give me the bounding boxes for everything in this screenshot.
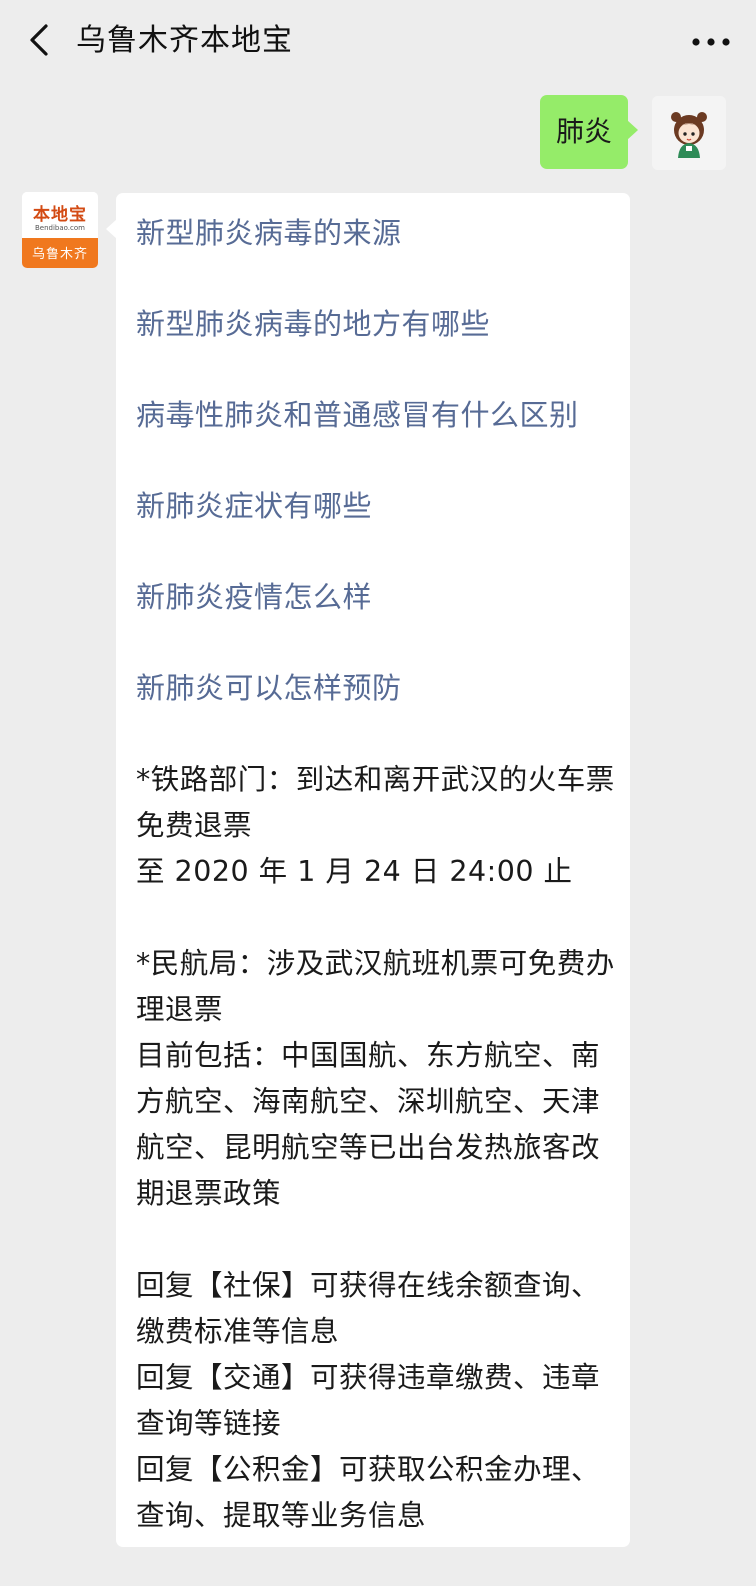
chat-header: 乌鲁木齐本地宝 — [0, 0, 756, 88]
ellipsis-icon — [692, 38, 730, 46]
reply-hint-social-security: 回复【社保】可获得在线余额查询、缴费标准等信息 — [136, 1269, 601, 1348]
user-message-bubble[interactable]: 肺炎 — [540, 95, 638, 169]
bot-avatar[interactable]: 本地宝 Bendibao.com 乌鲁木齐 — [22, 192, 98, 268]
aviation-airlines: 目前包括：中国国航、东方航空、南方航空、海南航空、深圳航空、天津航空、昆明航空等… — [136, 1039, 601, 1210]
bot-link[interactable]: 病毒性肺炎和普通感冒有什么区别 — [136, 392, 616, 483]
bot-logo-text: 本地宝 — [33, 205, 87, 225]
back-button[interactable] — [18, 18, 62, 62]
bot-avatar-logo-area: 本地宝 Bendibao.com — [22, 192, 98, 238]
bot-avatar-city-band: 乌鲁木齐 — [22, 238, 98, 268]
chat-title: 乌鲁木齐本地宝 — [76, 23, 293, 58]
cartoon-girl-avatar-icon — [652, 96, 726, 170]
reply-hint-traffic: 回复【交通】可获得违章缴费、违章查询等链接 — [136, 1361, 601, 1440]
bot-link[interactable]: 新肺炎疫情怎么样 — [136, 574, 616, 665]
bot-link[interactable]: 新肺炎症状有哪些 — [136, 483, 616, 574]
reply-hint-housing-fund: 回复【公积金】可获取公积金办理、查询、提取等业务信息 — [136, 1453, 601, 1532]
more-button[interactable] — [686, 22, 736, 62]
railway-deadline: 至 2020 年 1 月 24 日 24:00 止 — [136, 855, 573, 888]
bot-link[interactable]: 新肺炎可以怎样预防 — [136, 665, 616, 756]
bot-message-bubble: 新型肺炎病毒的来源 新型肺炎病毒的地方有哪些 病毒性肺炎和普通感冒有什么区别 新… — [106, 193, 630, 1547]
aviation-notice: *民航局：涉及武汉航班机票可免费办理退票 — [136, 947, 615, 1026]
bot-city-text: 乌鲁木齐 — [31, 247, 88, 262]
bot-site-text: Bendibao.com — [34, 224, 85, 232]
bot-link[interactable]: 新型肺炎病毒的地方有哪些 — [136, 301, 616, 392]
railway-notice: *铁路部门：到达和离开武汉的火车票免费退票 — [136, 763, 615, 842]
bot-link-list: 新型肺炎病毒的来源 新型肺炎病毒的地方有哪些 病毒性肺炎和普通感冒有什么区别 新… — [136, 210, 616, 756]
chevron-left-icon — [30, 24, 48, 56]
bot-info-text: *铁路部门：到达和离开武汉的火车票免费退票 至 2020 年 1 月 24 日 … — [136, 757, 620, 1539]
user-message-text: 肺炎 — [555, 115, 612, 148]
user-avatar[interactable] — [652, 96, 726, 170]
bot-link[interactable]: 新型肺炎病毒的来源 — [136, 210, 616, 301]
